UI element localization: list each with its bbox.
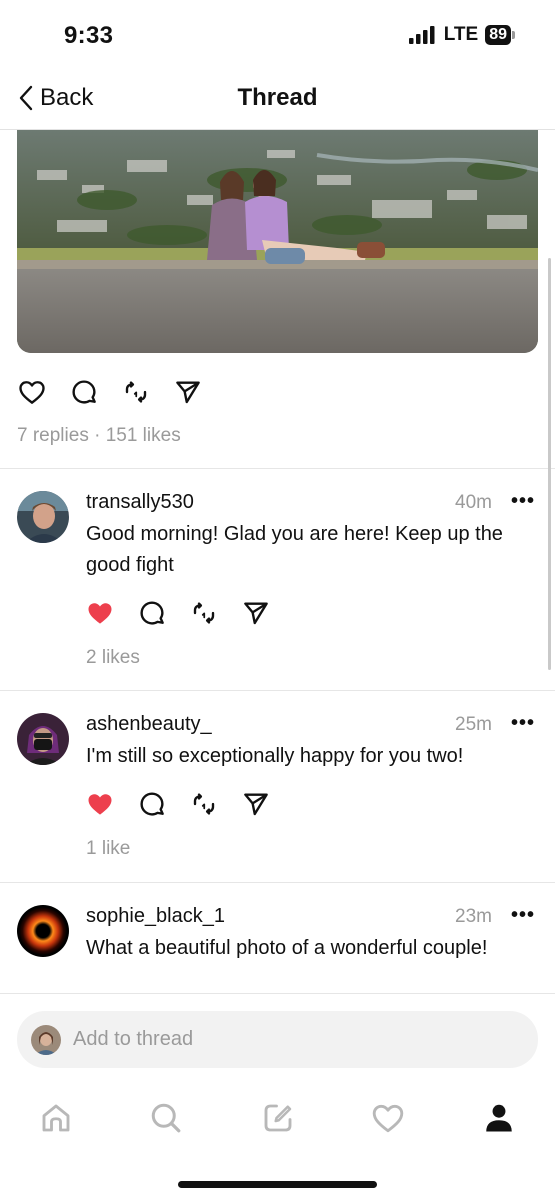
timestamp: 40m [455,492,492,513]
reply-text: What a beautiful photo of a wonderful co… [86,937,488,959]
profile-icon [486,1104,512,1132]
back-button[interactable]: Back [18,84,93,112]
post-photo[interactable] [17,130,538,353]
home-indicator[interactable] [178,1181,377,1188]
heart-icon [372,1104,404,1133]
share-button[interactable] [241,598,271,628]
more-options-button[interactable]: ••• [511,490,535,513]
avatar[interactable] [17,713,69,765]
tab-activity[interactable] [366,1096,410,1140]
search-icon [151,1103,181,1133]
repost-icon [193,602,215,624]
share-button[interactable] [173,377,203,407]
reply-button[interactable] [137,789,167,819]
avatar[interactable] [17,905,69,957]
tab-compose[interactable] [256,1096,300,1140]
heart-icon [19,381,45,404]
send-icon [244,602,268,625]
post-stats[interactable]: 7 replies · 151 likes [17,425,181,447]
like-button[interactable] [17,377,47,407]
more-options-button[interactable]: ••• [511,712,535,735]
like-button[interactable] [85,598,115,628]
avatar[interactable] [17,491,69,543]
reply-button[interactable] [137,598,167,628]
heart-filled-icon [88,794,112,815]
add-to-thread-input[interactable]: Add to thread [17,1011,538,1068]
divider [0,690,555,691]
user-avatar [31,1024,61,1055]
repost-icon [125,381,147,403]
send-icon [176,381,200,404]
repost-button[interactable] [121,377,151,407]
send-icon [244,793,268,816]
new-post-icon [264,1104,292,1132]
repost-button[interactable] [189,598,219,628]
reply-likes[interactable]: 1 like [86,838,130,860]
battery-icon: 89 [485,25,515,45]
tab-bar [0,1090,555,1146]
comment-icon [140,792,164,816]
share-button[interactable] [241,789,271,819]
reply-likes[interactable]: 2 likes [86,647,140,669]
repost-icon [193,793,215,815]
cellular-signal-icon [408,26,435,44]
timestamp: 25m [455,714,492,735]
divider [0,993,555,994]
status-indicators: LTE 89 [408,24,515,46]
like-button[interactable] [85,789,115,819]
scrollbar[interactable] [548,258,551,670]
more-options-button[interactable]: ••• [511,904,535,927]
username[interactable]: ashenbeauty_ [86,713,212,736]
status-time: 9:33 [64,22,114,49]
username[interactable]: sophie_black_1 [86,905,225,928]
reply-actions [85,789,275,819]
timestamp: 23m [455,906,492,927]
reply-text: Good morning! Glad you are here! Keep up… [86,523,503,576]
username[interactable]: transally530 [86,491,194,514]
heart-filled-icon [88,603,112,624]
repost-button[interactable] [189,789,219,819]
tab-home[interactable] [34,1096,78,1140]
reply-button[interactable] [69,377,99,407]
compose-placeholder: Add to thread [73,1028,194,1050]
divider [0,468,555,469]
tab-profile[interactable] [477,1096,521,1140]
reply-actions [85,598,275,628]
chevron-left-icon [19,85,33,111]
home-icon [42,1104,70,1132]
network-label: LTE [443,24,479,45]
back-label: Back [40,84,94,111]
divider [0,882,555,883]
reply-text: I'm still so exceptionally happy for you… [86,745,464,767]
comment-icon [72,380,96,404]
comment-icon [140,601,164,625]
tab-search[interactable] [144,1096,188,1140]
battery-level: 89 [485,25,511,45]
